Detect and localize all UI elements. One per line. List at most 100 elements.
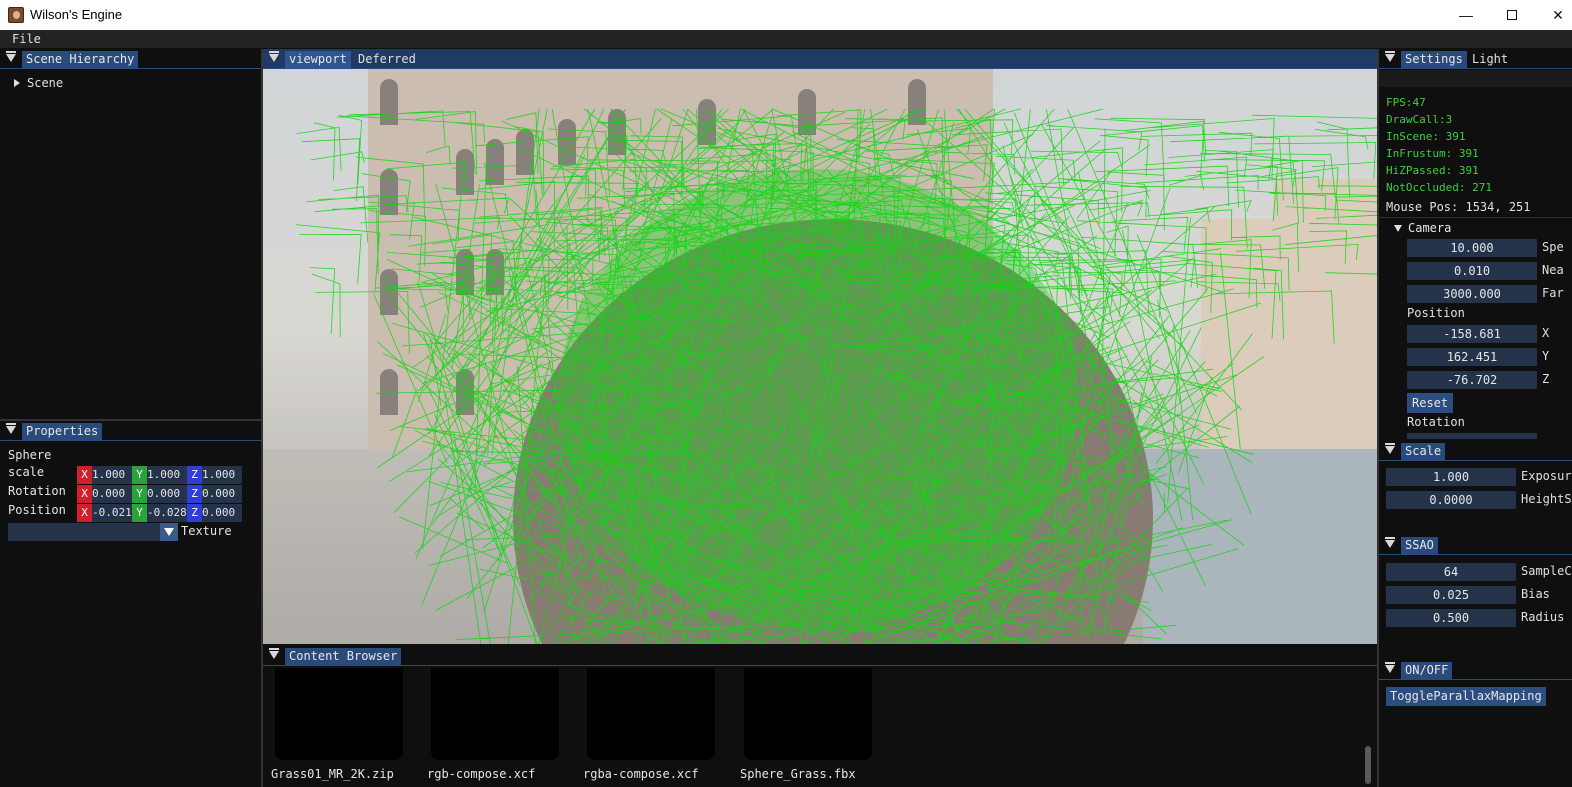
viewport-render[interactable]	[263, 69, 1377, 644]
scale-z-field[interactable]: Z 1.000	[187, 466, 242, 484]
close-button[interactable]: ✕	[1535, 0, 1572, 30]
chevron-right-icon[interactable]	[14, 79, 20, 87]
viewport-panel: viewport Deferred	[263, 49, 1377, 644]
file-name: Grass01_MR_2K.zip	[271, 767, 394, 781]
tab-content-browser[interactable]: Content Browser	[285, 648, 402, 666]
sample-count-label: SampleC	[1521, 564, 1572, 578]
file-icon	[275, 668, 403, 760]
scene-hierarchy-panel: Scene Hierarchy Scene	[0, 49, 261, 419]
rotation-label: Rotation	[8, 484, 66, 498]
collapse-icon[interactable]	[1385, 443, 1395, 454]
camera-rotation-label: Rotation	[1407, 415, 1465, 429]
properties-panel: Properties Sphere scale X 1.000 Y 1.000 Z1…	[0, 421, 261, 787]
content-scrollbar[interactable]	[1365, 746, 1371, 784]
toggle-parallax-button[interactable]: ToggleParallaxMapping	[1386, 687, 1546, 706]
position-z-field[interactable]: Z 0.000	[187, 504, 242, 522]
tree-item-scene[interactable]: Scene	[14, 76, 63, 90]
properties-tabbar: Properties	[0, 421, 261, 441]
tab-onoff[interactable]: ON/OFF	[1401, 662, 1453, 680]
tab-ssao[interactable]: SSAO	[1401, 537, 1438, 555]
title-bar: Wilson's Engine — ✕	[0, 0, 1572, 30]
scale-label: scale	[8, 465, 45, 479]
texture-label: Texture	[181, 524, 232, 538]
rotation-z-field[interactable]: Z 0.000	[187, 485, 242, 503]
stat-infrustum: InFrustum: 391	[1386, 147, 1479, 160]
camera-position-z-input[interactable]: -76.702	[1407, 371, 1537, 389]
tree-item-label: Scene	[27, 76, 64, 90]
collapse-icon[interactable]	[6, 51, 16, 62]
mouse-pos: Mouse Pos: 1534, 251	[1386, 200, 1531, 214]
file-item[interactable]: rgb-compose.xcf	[419, 666, 559, 786]
file-item[interactable]: Sphere_Grass.fbx	[732, 666, 872, 786]
chevron-down-icon[interactable]	[160, 523, 178, 541]
menu-file[interactable]: File	[12, 32, 41, 46]
file-item[interactable]: rgba-compose.xcf	[575, 666, 715, 786]
camera-near-input[interactable]: 0.010	[1407, 262, 1537, 280]
file-name: Sphere_Grass.fbx	[740, 767, 856, 781]
collapse-icon[interactable]	[6, 423, 16, 434]
texture-combo[interactable]	[8, 523, 178, 541]
position-x-field[interactable]: X -0.021	[77, 504, 132, 522]
x-axis-badge: X	[77, 466, 92, 484]
collapse-icon[interactable]	[269, 51, 279, 62]
collapse-icon[interactable]	[1385, 662, 1395, 673]
y-axis-badge: Y	[132, 485, 147, 503]
scene-hierarchy-tabbar: Scene Hierarchy	[0, 49, 261, 69]
height-scale-label: HeightS	[1521, 492, 1572, 506]
ssao-panel: SSAO 64 SampleC 0.025 Bias 0.500 Radius	[1379, 535, 1572, 657]
camera-header[interactable]: Camera	[1394, 221, 1451, 235]
position-y-field[interactable]: Y -0.028	[132, 504, 187, 522]
file-icon	[431, 668, 559, 760]
bias-input[interactable]: 0.025	[1386, 586, 1516, 604]
tab-scale[interactable]: Scale	[1401, 443, 1446, 461]
tab-settings[interactable]: Settings	[1401, 51, 1467, 69]
app-icon	[8, 7, 24, 23]
x-label: X	[1542, 326, 1550, 340]
camera-rotation-input[interactable]	[1407, 433, 1537, 439]
collapse-icon[interactable]	[269, 648, 279, 659]
reset-button[interactable]: Reset	[1407, 393, 1454, 413]
file-name: rgba-compose.xcf	[583, 767, 699, 781]
bounding-box-wireframe	[295, 108, 1377, 644]
camera-position-label: Position	[1407, 306, 1465, 320]
minimize-button[interactable]: —	[1443, 0, 1489, 30]
z-axis-badge: Z	[187, 504, 202, 522]
z-axis-badge: Z	[187, 466, 202, 484]
onoff-tabbar: ON/OFF	[1379, 660, 1572, 680]
z-label: Z	[1542, 372, 1550, 386]
rotation-y-field[interactable]: Y 0.000	[132, 485, 187, 503]
maximize-button[interactable]	[1489, 0, 1535, 30]
tab-light[interactable]: Light	[1468, 51, 1512, 69]
tab-viewport[interactable]: viewport	[285, 51, 351, 69]
collapse-icon[interactable]	[1385, 51, 1395, 62]
ssao-tabbar: SSAO	[1379, 535, 1572, 555]
file-item[interactable]: Grass01_MR_2K.zip	[263, 666, 403, 786]
radius-input[interactable]: 0.500	[1386, 609, 1516, 627]
chevron-down-icon	[1394, 225, 1402, 232]
window-title: Wilson's Engine	[30, 7, 123, 22]
tab-deferred[interactable]: Deferred	[354, 51, 420, 69]
height-scale-input[interactable]: 0.0000	[1386, 491, 1516, 509]
camera-position-x-input[interactable]: -158.681	[1407, 325, 1537, 343]
menu-bar: File	[0, 30, 1572, 48]
y-axis-badge: Y	[132, 466, 147, 484]
tab-scene-hierarchy[interactable]: Scene Hierarchy	[22, 51, 139, 69]
tab-properties[interactable]: Properties	[22, 423, 103, 441]
camera-speed-label: Spe	[1542, 240, 1564, 254]
camera-speed-input[interactable]: 10.000	[1407, 239, 1537, 257]
collapse-icon[interactable]	[1385, 537, 1395, 548]
stat-fps: FPS:47	[1386, 96, 1426, 109]
viewport-tabbar: viewport Deferred	[263, 49, 1377, 69]
camera-far-input[interactable]: 3000.000	[1407, 285, 1537, 303]
scale-vector: X 1.000 Y 1.000 Z 1.000	[77, 466, 243, 484]
sample-count-input[interactable]: 64	[1386, 563, 1516, 581]
scale-y-field[interactable]: Y 1.000	[132, 466, 187, 484]
scale-x-field[interactable]: X 1.000	[77, 466, 132, 484]
stat-notoccluded: NotOccluded: 271	[1386, 181, 1492, 194]
object-name: Sphere	[8, 448, 52, 462]
exposure-input[interactable]: 1.000	[1386, 468, 1516, 486]
camera-position-y-input[interactable]: 162.451	[1407, 348, 1537, 366]
file-icon	[587, 668, 715, 760]
content-browser-panel: Content Browser Grass01_MR_2K.zip rgb-co…	[263, 646, 1377, 787]
rotation-x-field[interactable]: X 0.000	[77, 485, 132, 503]
